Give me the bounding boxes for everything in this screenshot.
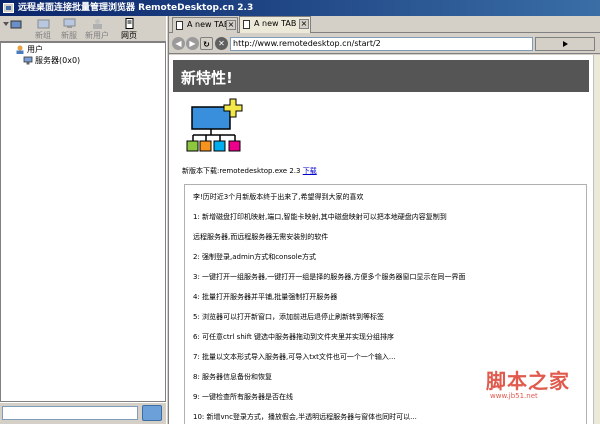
window-title: 远程桌面连接批量管理浏览器 RemoteDesktop.cn 2.3 xyxy=(18,3,254,13)
new-group-button[interactable]: 新组 xyxy=(30,18,56,42)
tab-close-button[interactable]: × xyxy=(226,20,236,30)
tree-item-label: 用户 xyxy=(27,45,43,54)
new-user-icon xyxy=(92,19,102,29)
watermark-main: 脚本之家 xyxy=(486,369,570,393)
tab-close-button[interactable]: × xyxy=(299,19,309,29)
feature-line: 9: 一键检查所有服务器是否在线 xyxy=(193,393,294,401)
vertical-scrollbar[interactable] xyxy=(593,55,600,424)
web-page-label: 网页 xyxy=(121,31,137,40)
feature-line: 远程服务器,而远程服务器无需安装别的软件 xyxy=(193,233,329,241)
feature-line: 6: 可任意ctrl shift 键选中服务器拖动到文件夹里并实现分组排序 xyxy=(193,333,395,341)
left-toolbar: 新组 新服 新用户 网页 xyxy=(0,16,166,42)
tab-label: A new TAB xyxy=(254,19,297,28)
keyboard-button[interactable] xyxy=(142,405,162,421)
watermark-url: www.jb51.net xyxy=(490,392,538,400)
new-server-button[interactable]: 新服 xyxy=(56,18,82,42)
new-user-label: 新用户 xyxy=(85,31,109,40)
tree-item-user[interactable]: 用户 xyxy=(15,44,43,55)
back-button[interactable]: ◀ xyxy=(172,37,185,50)
tab-bar: A new TAB × A new TAB × xyxy=(169,16,600,33)
new-group-icon xyxy=(37,19,49,29)
network-add-icon xyxy=(186,98,243,152)
feature-line: 3: 一键打开一组服务器,一键打开一组是择的服务器,方便多个服务器窗口显示在同一… xyxy=(193,273,466,281)
new-group-label: 新组 xyxy=(35,31,51,40)
page-title: 新特性! xyxy=(181,69,233,87)
download-text: 新版本下载:remotedesktop.exe 2.3 xyxy=(182,167,301,175)
feature-line: 7: 批量以文本形式导入服务器,可导入txt文件也可一个一个输入... xyxy=(193,353,396,361)
servers-icon xyxy=(23,56,33,65)
feature-line: 4: 批量打开服务器并平铺,批量强制打开服务器 xyxy=(193,293,338,301)
connect-icon[interactable] xyxy=(10,20,22,30)
stop-button[interactable]: ✕ xyxy=(215,37,228,50)
user-icon xyxy=(16,45,24,54)
new-server-label: 新服 xyxy=(61,31,77,40)
tree-item-servers[interactable]: 服务器(0x0) xyxy=(23,55,80,66)
tab-2[interactable]: A new TAB × xyxy=(239,16,311,33)
tree-item-label: 服务器(0x0) xyxy=(35,56,81,65)
download-line: 新版本下载:remotedesktop.exe 2.3 下载 xyxy=(182,166,317,176)
tab-label: A new TAB xyxy=(187,20,230,29)
web-page-button[interactable]: 网页 xyxy=(116,18,142,42)
app-icon xyxy=(3,3,14,13)
tab-1[interactable]: A new TAB × xyxy=(172,17,238,33)
new-server-icon xyxy=(63,18,75,28)
dropdown-arrow-icon[interactable] xyxy=(3,22,9,26)
web-page-icon xyxy=(125,18,133,29)
feature-line: 1: 新增磁盘打印机映射,端口,智能卡映射,其中磁盘映射可以把本地硬盘内容复制到 xyxy=(193,213,447,221)
document-icon xyxy=(176,21,183,30)
page-banner: 新特性! xyxy=(173,60,589,92)
server-tree[interactable]: 用户 服务器(0x0) xyxy=(0,42,166,402)
feature-line: 2: 强制登录,admin方式和console方式 xyxy=(193,253,316,261)
feature-line: 8: 服务器信息备份和恢复 xyxy=(193,373,273,381)
window-title-bar: 远程桌面连接批量管理浏览器 RemoteDesktop.cn 2.3 xyxy=(0,0,600,16)
left-status-bar xyxy=(0,402,166,424)
refresh-button[interactable]: ↻ xyxy=(200,37,213,50)
download-link[interactable]: 下载 xyxy=(303,167,317,175)
feature-line: 5: 浏览器可以打开新窗口，添加前进后退停止刷新转到等标签 xyxy=(193,313,385,321)
feature-line: 李!历时近3个月新版本终于出来了,希望得到大家的喜欢 xyxy=(193,193,364,201)
quick-search-input[interactable] xyxy=(2,406,138,420)
forward-button[interactable]: ▶ xyxy=(186,37,199,50)
go-button[interactable] xyxy=(535,37,595,51)
address-bar: ◀ ▶ ↻ ✕ http://www.remotedesktop.cn/star… xyxy=(169,34,600,54)
feature-line: 10: 新增vnc登录方式，播放假会,半透明远程服务器与窗体也同时可以... xyxy=(193,413,417,421)
site-watermark: 脚本之家 www.jb51.net xyxy=(486,365,592,405)
url-input[interactable]: http://www.remotedesktop.cn/start/2 xyxy=(230,37,533,51)
document-icon xyxy=(243,20,250,29)
new-user-button[interactable]: 新用户 xyxy=(84,18,110,42)
